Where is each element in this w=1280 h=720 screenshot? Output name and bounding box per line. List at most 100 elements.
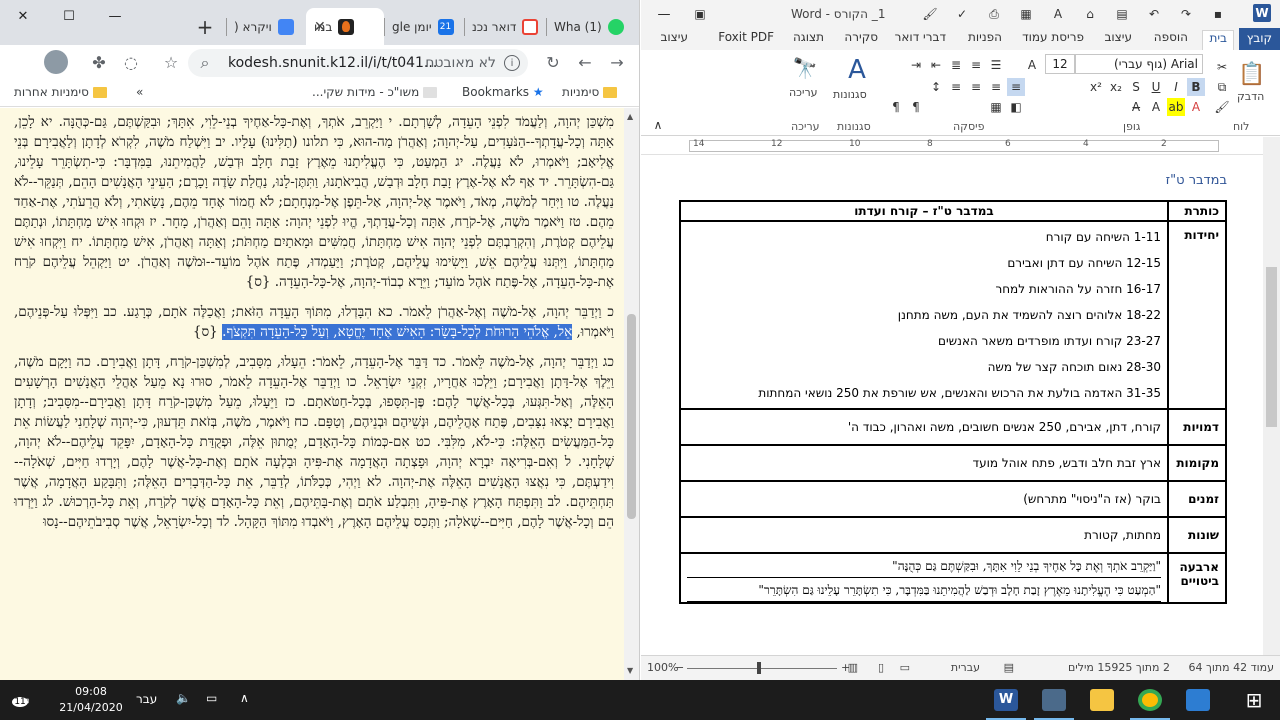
zoom-in-icon[interactable]: + (841, 661, 850, 674)
table-cell[interactable]: קורח, דתן, אבירם, 250 אנשים חשובים, משה … (679, 408, 1169, 446)
sync-icon[interactable]: ◌ (120, 51, 142, 73)
extension-icon[interactable]: ✤ (88, 51, 110, 73)
page-count[interactable]: עמוד 42 מתוך 64 (1189, 661, 1274, 674)
decrease-indent-icon[interactable]: ⇤ (927, 56, 945, 74)
tray-chevron-icon[interactable]: ∧ (240, 691, 249, 705)
grow-font-icon[interactable]: A (1023, 56, 1041, 74)
address-bar[interactable]: ⌕ kodesh.snunit.k12.il/i/t/t041... לא מא… (188, 49, 528, 77)
scroll-up-icon[interactable]: ▲ (627, 112, 633, 121)
document-page[interactable]: במדבר ט"ז כותרת במדבר ט"ז – קורח ועדתו י… (641, 155, 1263, 655)
styles-icon[interactable]: A (841, 54, 873, 86)
volume-icon[interactable]: 🔈 (176, 691, 191, 705)
read-mode-icon[interactable]: ▭ (900, 661, 910, 674)
collapse-ribbon-icon[interactable]: ∧ (649, 116, 667, 134)
line-spacing-icon[interactable]: ↕ (927, 78, 945, 96)
selected-text[interactable]: אֵל, אֱלֹהֵי הָרוּחֹת לְכָל-בָּשָׂר: הָא… (222, 324, 573, 340)
tab-review[interactable]: סקירה (838, 30, 884, 50)
font-name-select[interactable]: Arial (גוף עברי) (1075, 54, 1203, 74)
strikethrough-icon[interactable]: S (1127, 78, 1145, 96)
table-cell[interactable]: 1-11 השיחה עם קורח 12-15 השיחה עם דתן וא… (679, 220, 1169, 410)
clock[interactable]: 09:08 21/04/2020 (56, 684, 126, 716)
print-layout-icon[interactable]: ▯ (878, 661, 884, 674)
format-painter-icon[interactable]: 🖌 (1213, 98, 1231, 116)
tab-bamidbar[interactable]: במו ✕ (306, 8, 384, 45)
scroll-down-icon[interactable]: ▼ (627, 666, 633, 675)
tab-table-design[interactable]: עיצוב (654, 30, 694, 50)
close-tab-icon[interactable]: ✕ (314, 19, 326, 35)
scroll-thumb[interactable] (1266, 267, 1277, 427)
info-icon[interactable]: i (504, 55, 520, 71)
paste-icon[interactable]: 📋 (1237, 56, 1267, 92)
scroll-thumb[interactable] (627, 314, 636, 519)
table-cell[interactable]: "וַיַּקְרֵב אֹתְךָ וְאֶת כָּל אַחֶיךָ בְ… (679, 552, 1169, 604)
taskbar-chrome[interactable] (1126, 680, 1174, 720)
table-icon[interactable]: ▦ (1017, 5, 1035, 23)
page-scrollbar[interactable]: ▲ ▼ (624, 108, 639, 680)
language-indicator[interactable]: עברית (951, 661, 980, 674)
shading-icon[interactable]: ◧ (1007, 98, 1025, 116)
tab-references[interactable]: הפניות (962, 30, 1008, 50)
taskbar-explorer[interactable] (1078, 680, 1126, 720)
bullets-icon[interactable]: ☰ (987, 56, 1005, 74)
table-cell[interactable]: ארץ זבת חלב ודבש, פתח אוהל מועד (679, 444, 1169, 482)
rtl-icon[interactable]: ¶ (887, 98, 905, 116)
tab-foxit[interactable]: Foxit PDF (712, 30, 780, 50)
spelling-icon[interactable]: ✓ (953, 5, 971, 23)
taskbar-app2[interactable] (1174, 680, 1222, 720)
zoom-level[interactable]: 100% (647, 661, 678, 674)
redo-icon[interactable]: ↷ (1177, 5, 1195, 23)
taskbar-word[interactable]: W (982, 680, 1030, 720)
table-cell[interactable]: במדבר ט"ז – קורח ועדתו (679, 200, 1169, 222)
bookmark-star-icon[interactable]: ☆ (160, 51, 182, 73)
table-cell[interactable]: בוקר (אז ה"ניסוי" מתרחש) (679, 480, 1169, 518)
align-left-icon[interactable]: ≡ (967, 78, 985, 96)
search-icon[interactable]: ⌕ (194, 52, 216, 74)
find-icon[interactable]: 🔭 (791, 54, 819, 82)
borders-icon[interactable]: ▦ (987, 98, 1005, 116)
start-button[interactable]: ⊞ (1228, 680, 1280, 720)
input-language[interactable]: עבר (136, 692, 157, 706)
copy-icon[interactable]: ⧉ (1213, 78, 1231, 96)
proofing-icon[interactable]: ▤ (1004, 661, 1014, 674)
tab-gmail[interactable]: דואר נכנ (464, 8, 546, 45)
save-icon[interactable]: ▤ (1113, 5, 1131, 23)
word-count[interactable]: 2 מתוך 15925 מילים (1068, 661, 1170, 674)
tab-insert[interactable]: הוספה (1148, 30, 1194, 50)
font-color-icon[interactable]: A (1187, 98, 1205, 116)
minimize-button[interactable]: — (92, 0, 138, 32)
tab-view[interactable]: תצוגה (787, 30, 830, 50)
reload-icon[interactable]: ↻ (542, 51, 564, 73)
font-size-icon[interactable]: A (1049, 5, 1067, 23)
bookmark-mishuach[interactable]: משו"כ - מידות שקי... (312, 85, 438, 99)
text-effects-icon[interactable]: A (1147, 98, 1165, 116)
font-size-select[interactable]: 12 (1045, 54, 1075, 74)
tab-mailings[interactable]: דברי דואר (889, 30, 952, 50)
editing-button[interactable]: עריכה (789, 86, 818, 99)
paste-button[interactable]: הדבק (1237, 90, 1264, 103)
clear-format-icon[interactable]: A̶ (1127, 98, 1145, 116)
open-icon[interactable]: ⌂ (1081, 5, 1099, 23)
justify-icon[interactable]: ≡ (947, 78, 965, 96)
multilevel-icon[interactable]: ≣ (947, 56, 965, 74)
back-icon[interactable]: → (606, 51, 628, 73)
tab-calendar[interactable]: 21 יומן gle (384, 8, 464, 45)
minimize-button[interactable]: — (641, 0, 687, 28)
print-icon[interactable]: ⎙ (985, 5, 1003, 23)
bookmark-other[interactable]: סימניות אחרות (14, 85, 107, 99)
tab-vayikra[interactable]: ויקרא ( (226, 8, 306, 45)
maximize-button[interactable]: ☐ (46, 0, 92, 32)
tab-file[interactable]: קובץ (1238, 28, 1280, 50)
bookmarks-more[interactable]: » (136, 85, 143, 99)
table-cell[interactable]: מחתות, קטורת (679, 516, 1169, 554)
italic-icon[interactable]: I (1167, 78, 1185, 96)
undo-icon[interactable]: ↶ (1145, 5, 1163, 23)
document-scrollbar[interactable] (1263, 137, 1280, 655)
underline-icon[interactable]: U (1147, 78, 1165, 96)
tab-whatsapp[interactable]: (1) Wha (546, 8, 639, 45)
tab-home[interactable]: בית (1202, 30, 1234, 50)
close-window-button[interactable]: ✕ (0, 0, 46, 32)
network-icon[interactable]: ▭ (206, 691, 217, 705)
tab-design[interactable]: עיצוב (1098, 30, 1138, 50)
ribbon-display-icon[interactable]: ▣ (691, 5, 709, 23)
styles-button[interactable]: סגנונות (833, 88, 867, 101)
